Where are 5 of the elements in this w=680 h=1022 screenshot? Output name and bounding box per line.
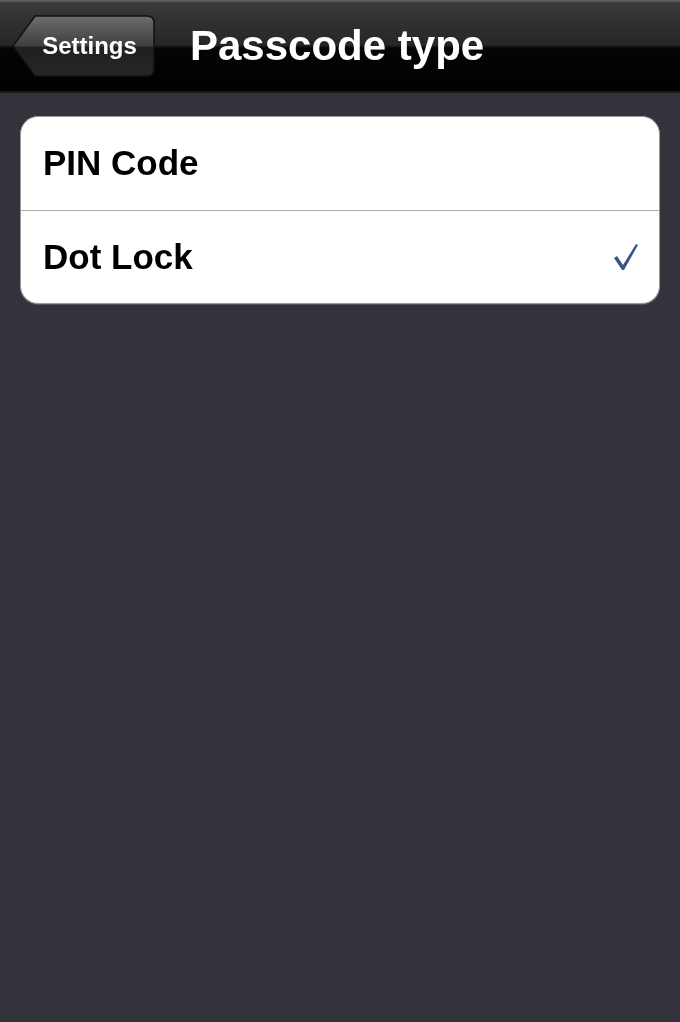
list-item[interactable]: Dot Lock <box>21 210 659 303</box>
checkmark-icon <box>613 243 639 271</box>
list-item[interactable]: PIN Code <box>21 117 659 210</box>
back-button[interactable]: Settings <box>12 14 155 77</box>
screen-title: Passcode type <box>190 24 485 67</box>
